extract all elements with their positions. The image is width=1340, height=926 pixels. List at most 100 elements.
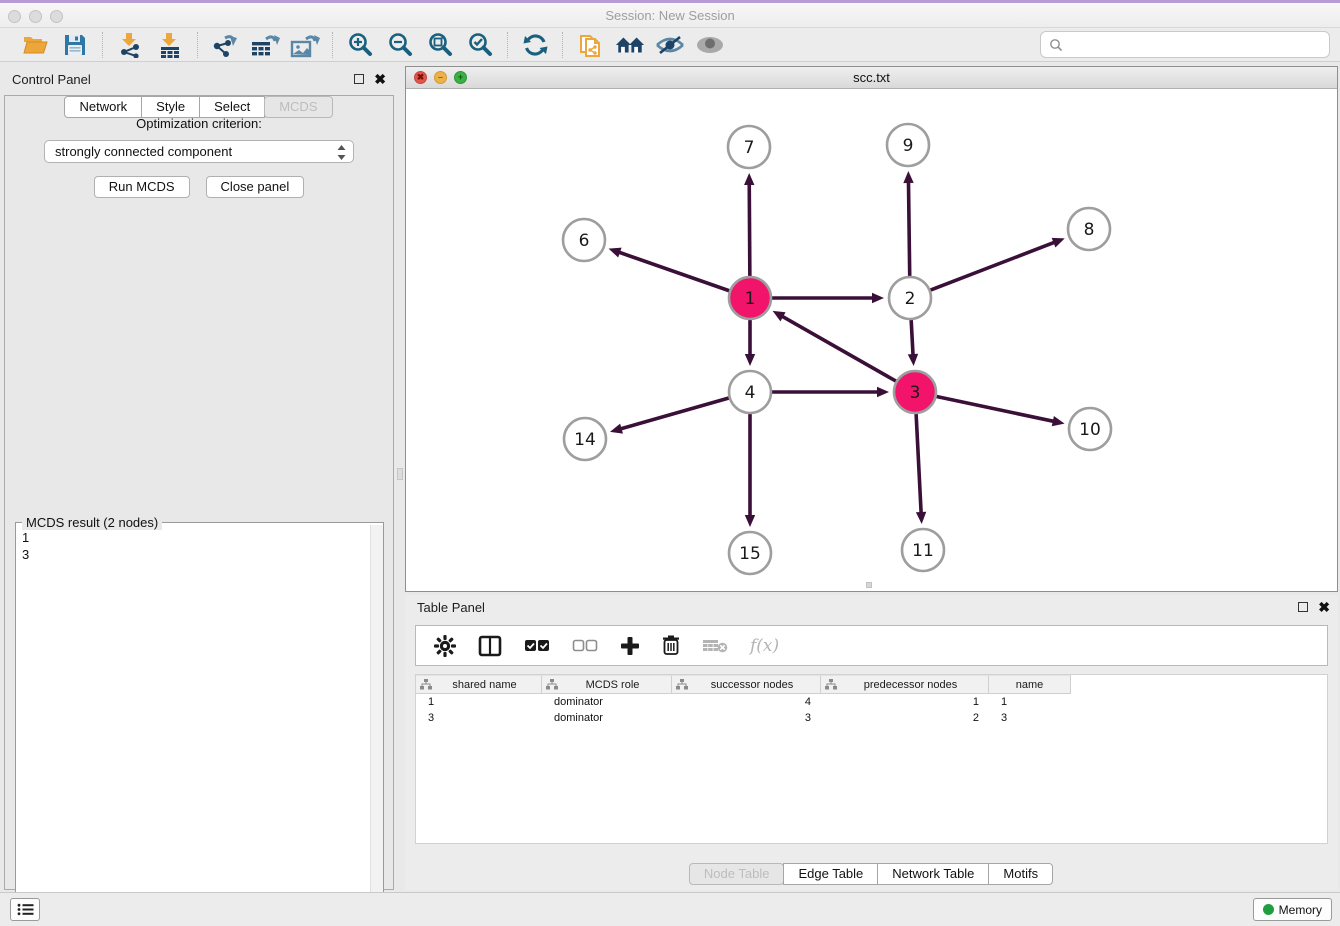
- svg-text:2: 2: [905, 289, 916, 309]
- svg-text:15: 15: [739, 544, 761, 564]
- table-tab-edge-table[interactable]: Edge Table: [783, 863, 878, 885]
- node-7[interactable]: 7: [728, 126, 770, 168]
- optimization-criterion-select[interactable]: strongly connected component: [44, 140, 354, 163]
- settings-button[interactable]: [434, 635, 456, 657]
- network-resize-handle[interactable]: [866, 582, 872, 588]
- export-network-button[interactable]: [210, 31, 240, 59]
- float-table-panel-icon[interactable]: [1298, 602, 1308, 612]
- column-view-button[interactable]: [478, 635, 502, 657]
- edge-1-4[interactable]: [745, 320, 755, 366]
- memory-button[interactable]: Memory: [1253, 898, 1332, 921]
- node-9[interactable]: 9: [887, 124, 929, 166]
- node-6[interactable]: 6: [563, 219, 605, 261]
- zoom-fit-button[interactable]: [425, 31, 455, 59]
- network-window-titlebar[interactable]: ✖ – + scc.txt: [406, 67, 1337, 89]
- node-3[interactable]: 3: [894, 371, 936, 413]
- column-header-name[interactable]: name: [989, 675, 1071, 694]
- network-maximize-icon[interactable]: +: [454, 71, 467, 84]
- minimize-window-icon[interactable]: [29, 10, 42, 23]
- open-button[interactable]: [20, 31, 50, 59]
- tab-style[interactable]: Style: [141, 96, 200, 118]
- tab-mcds[interactable]: MCDS: [264, 96, 332, 118]
- search-field: [1040, 31, 1330, 58]
- node-2[interactable]: 2: [889, 277, 931, 319]
- network-view-window: ✖ – + scc.txt 1 2 3 4 6 7 8 9 10 11 14 15: [405, 66, 1338, 592]
- refresh-button[interactable]: [520, 31, 550, 59]
- edge-3-1[interactable]: [773, 311, 896, 381]
- edge-2-8[interactable]: [931, 238, 1065, 290]
- node-14[interactable]: 14: [564, 418, 606, 460]
- zoom-window-icon[interactable]: [50, 10, 63, 23]
- node-4[interactable]: 4: [729, 371, 771, 413]
- search-input[interactable]: [1063, 37, 1329, 52]
- panel-splitter-handle[interactable]: [397, 468, 403, 480]
- edge-3-11[interactable]: [916, 414, 926, 524]
- edge-2-3[interactable]: [908, 320, 918, 366]
- hide-details-button[interactable]: [655, 31, 685, 59]
- table-tab-node-table[interactable]: Node Table: [689, 863, 785, 885]
- edge-1-6[interactable]: [609, 248, 730, 291]
- table-row[interactable]: 3dominator323: [416, 710, 1327, 726]
- edge-2-9[interactable]: [903, 171, 913, 276]
- optimization-criterion-value: strongly connected component: [55, 144, 232, 159]
- mcds-result-list[interactable]: 13: [16, 525, 369, 899]
- column-hierarchy-icon: [420, 679, 432, 690]
- edge-3-10[interactable]: [937, 397, 1065, 427]
- zoom-out-button[interactable]: [385, 31, 415, 59]
- column-header-successor-nodes[interactable]: successor nodes: [672, 675, 821, 694]
- column-view-icon: [478, 635, 502, 657]
- edge-4-14[interactable]: [610, 398, 729, 434]
- float-panel-icon[interactable]: [354, 74, 364, 84]
- run-mcds-button[interactable]: Run MCDS: [94, 176, 190, 198]
- edge-4-3[interactable]: [772, 387, 889, 397]
- mcds-panel: Optimization criterion: strongly connect…: [4, 95, 394, 890]
- table-tab-network-table[interactable]: Network Table: [877, 863, 989, 885]
- table-tab-motifs[interactable]: Motifs: [988, 863, 1053, 885]
- edge-1-7[interactable]: [744, 173, 754, 276]
- add-button[interactable]: [620, 636, 640, 656]
- edge-1-2[interactable]: [772, 293, 884, 303]
- column-label: MCDS role: [558, 679, 667, 691]
- result-scrollbar[interactable]: [370, 525, 383, 899]
- import-network-button[interactable]: [115, 31, 145, 59]
- node-15[interactable]: 15: [729, 532, 771, 574]
- network-canvas[interactable]: 1 2 3 4 6 7 8 9 10 11 14 15: [406, 89, 1337, 591]
- close-window-icon[interactable]: [8, 10, 21, 23]
- close-table-panel-icon[interactable]: ✖: [1318, 602, 1330, 612]
- close-panel-button[interactable]: Close panel: [206, 176, 305, 198]
- deselect-all-button[interactable]: [572, 639, 598, 653]
- node-10[interactable]: 10: [1069, 408, 1111, 450]
- column-header-shared-name[interactable]: shared name: [416, 675, 542, 694]
- column-header-predecessor-nodes[interactable]: predecessor nodes: [821, 675, 989, 694]
- cell-shared-name: 1: [416, 696, 542, 708]
- close-panel-icon[interactable]: ✖: [374, 74, 386, 84]
- table-row[interactable]: 1dominator411: [416, 694, 1327, 710]
- open-icon: [22, 33, 48, 57]
- home-button[interactable]: [615, 31, 645, 59]
- zoom-in-button[interactable]: [345, 31, 375, 59]
- network-close-icon[interactable]: ✖: [414, 71, 427, 84]
- show-details-button[interactable]: [695, 31, 725, 59]
- tab-network[interactable]: Network: [64, 96, 142, 118]
- network-minimize-icon[interactable]: –: [434, 71, 447, 84]
- save-button[interactable]: [60, 31, 90, 59]
- zoom-selected-button[interactable]: [465, 31, 495, 59]
- edge-4-15[interactable]: [745, 414, 755, 527]
- function-button[interactable]: f(x): [750, 636, 779, 656]
- export-table-button[interactable]: [250, 31, 280, 59]
- zoom-selected-icon: [467, 31, 494, 58]
- export-image-button[interactable]: [290, 31, 320, 59]
- node-8[interactable]: 8: [1068, 208, 1110, 250]
- task-history-button[interactable]: [10, 898, 40, 921]
- node-11[interactable]: 11: [902, 529, 944, 571]
- delete-button[interactable]: [662, 635, 680, 656]
- copy-share-button[interactable]: [575, 31, 605, 59]
- delete-table-button[interactable]: [702, 638, 728, 654]
- cell-MCDS-role: dominator: [542, 712, 672, 724]
- import-table-button[interactable]: [155, 31, 185, 59]
- node-1[interactable]: 1: [729, 277, 771, 319]
- column-label: successor nodes: [688, 679, 816, 691]
- column-header-MCDS-role[interactable]: MCDS role: [542, 675, 672, 694]
- tab-select[interactable]: Select: [199, 96, 265, 118]
- select-all-button[interactable]: [524, 639, 550, 653]
